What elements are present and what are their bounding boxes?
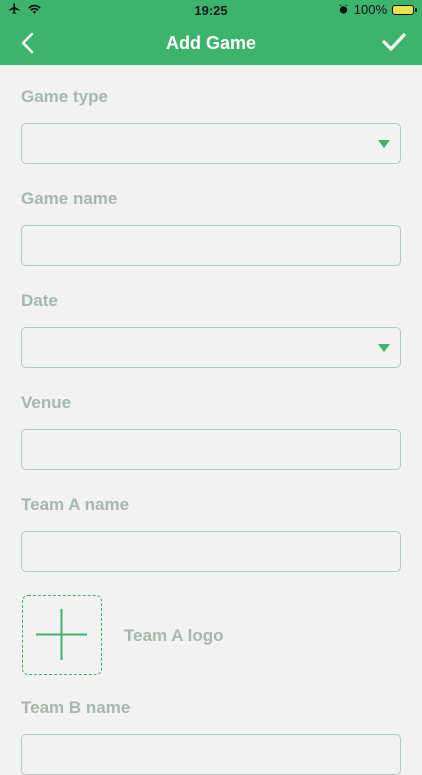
team-a-logo-label: Team A logo bbox=[124, 626, 224, 645]
dropdown-arrow-icon bbox=[378, 140, 390, 148]
checkmark-icon[interactable] bbox=[380, 28, 408, 56]
date-label: Date bbox=[21, 291, 58, 310]
venue-input[interactable] bbox=[22, 430, 400, 469]
alarm-icon bbox=[339, 4, 348, 14]
game-type-label: Game type bbox=[21, 87, 108, 106]
venue-field[interactable] bbox=[21, 429, 401, 470]
team-a-name-field[interactable] bbox=[21, 531, 401, 572]
dropdown-arrow-icon bbox=[378, 344, 390, 352]
game-name-label: Game name bbox=[21, 189, 118, 208]
team-b-name-field[interactable] bbox=[21, 734, 401, 775]
team-a-logo-picker[interactable] bbox=[22, 595, 102, 675]
nav-bar: Add Game bbox=[0, 20, 422, 65]
game-name-field[interactable] bbox=[21, 225, 401, 266]
game-type-value[interactable] bbox=[22, 124, 400, 163]
game-type-select[interactable] bbox=[21, 123, 401, 164]
date-value[interactable] bbox=[22, 328, 400, 367]
battery-percent: 100% bbox=[353, 2, 387, 17]
battery-icon bbox=[392, 4, 417, 15]
status-bar: 19:25 100% bbox=[0, 0, 422, 20]
game-name-input[interactable] bbox=[22, 226, 400, 265]
team-b-name-label: Team B name bbox=[21, 698, 131, 717]
team-a-name-input[interactable] bbox=[22, 532, 400, 571]
team-b-name-input[interactable] bbox=[22, 735, 400, 774]
venue-label: Venue bbox=[21, 393, 72, 412]
plus-icon bbox=[36, 609, 87, 660]
page-title: Add Game bbox=[165, 33, 257, 53]
team-a-name-label: Team A name bbox=[21, 495, 130, 514]
date-select[interactable] bbox=[21, 327, 401, 368]
status-right: 100% bbox=[338, 2, 417, 17]
